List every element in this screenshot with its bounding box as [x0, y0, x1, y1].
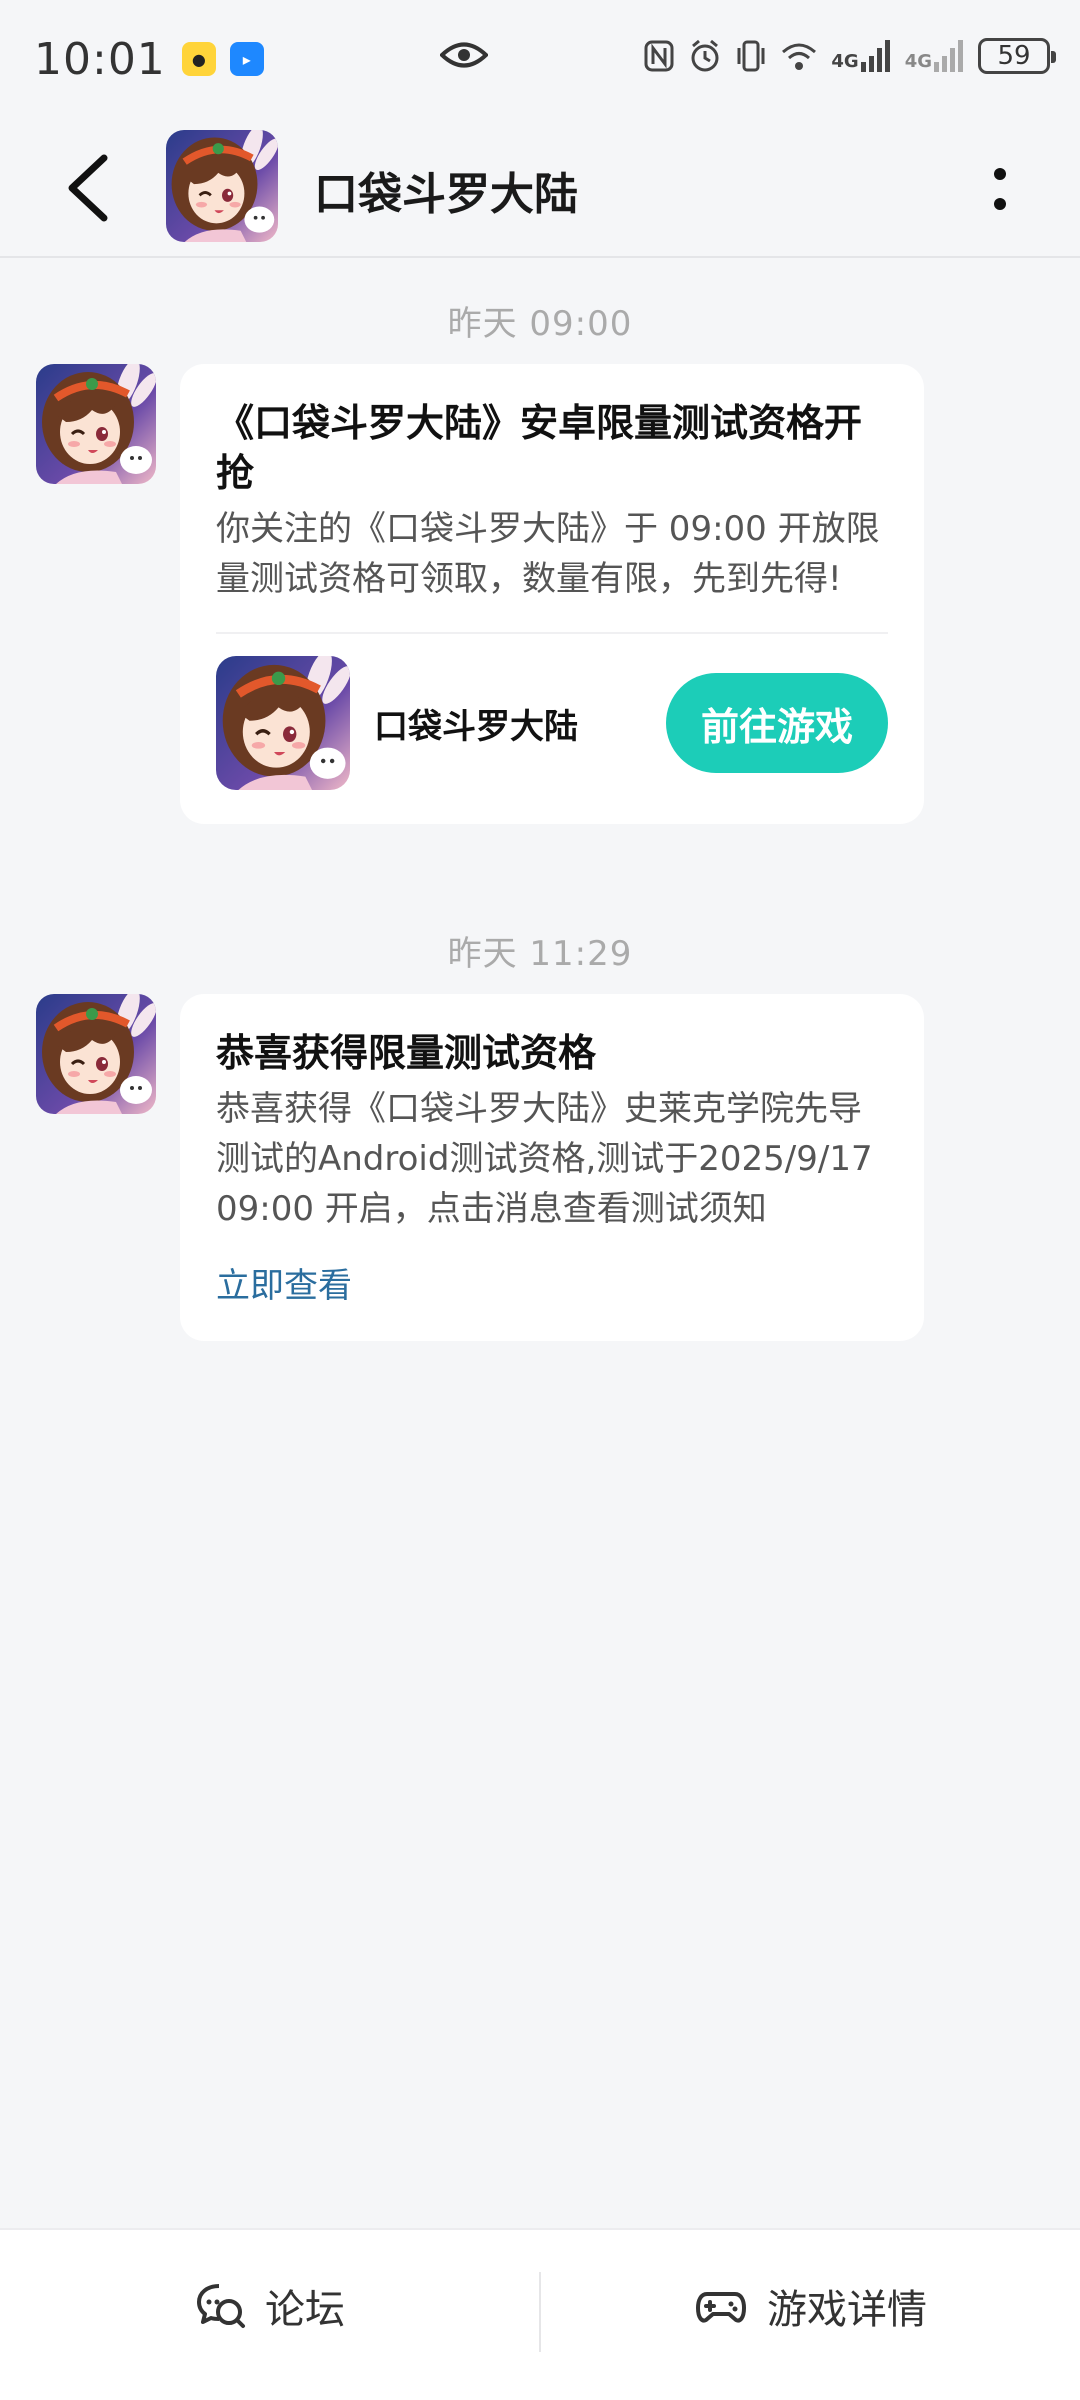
status-bar: 10:01 ● ▸ 4G 4G 59 [0, 0, 1080, 118]
nfc-icon [644, 40, 674, 72]
chat-header: 口袋斗罗大陆 [0, 118, 1080, 258]
game-name: 口袋斗罗大陆 [374, 706, 578, 747]
view-now-link[interactable]: 立即查看 [216, 1258, 888, 1307]
sender-avatar[interactable] [36, 364, 156, 484]
game-details-button[interactable]: 游戏详情 [540, 2230, 1080, 2400]
message-body: 恭喜获得《口袋斗罗大陆》史莱克学院先导测试的Android测试资格,测试于202… [216, 1089, 873, 1229]
signal-icon [860, 40, 890, 72]
message-card[interactable]: 《口袋斗罗大陆》安卓限量测试资格开抢 你关注的《口袋斗罗大陆》于 09:00 开… [180, 364, 924, 824]
message-title: 恭喜获得限量测试资格 [216, 1031, 597, 1075]
message-card[interactable]: 恭喜获得限量测试资格 恭喜获得《口袋斗罗大陆》史莱克学院先导测试的Android… [180, 994, 924, 1341]
game-details-label: 游戏详情 [767, 2287, 927, 2333]
forum-button[interactable]: 论坛 [0, 2230, 540, 2400]
wifi-icon [782, 43, 817, 70]
vibrate-icon [737, 40, 765, 72]
eye-icon [440, 42, 488, 68]
battery-level: 59 [997, 41, 1031, 71]
message-title: 《口袋斗罗大陆》安卓限量测试资格开抢 [216, 401, 863, 495]
more-vertical-icon[interactable] [980, 158, 1020, 222]
game-avatar[interactable] [166, 130, 278, 242]
alarm-icon [691, 39, 719, 72]
network-type-1: 4G [831, 51, 859, 72]
sender-avatar[interactable] [36, 994, 156, 1114]
game-icon[interactable] [216, 656, 350, 790]
divider [216, 632, 888, 634]
notification-app-icon: ● [181, 42, 216, 76]
signal-icon-2 [934, 40, 963, 72]
message-timestamp: 昨天 09:00 [447, 304, 633, 344]
bottom-bar-divider [539, 2272, 541, 2352]
message-body: 你关注的《口袋斗罗大陆》于 09:00 开放限量测试资格可领取，数量有限，先到先… [216, 509, 880, 599]
network-type-2: 4G [904, 51, 932, 72]
go-to-game-button[interactable]: 前往游戏 [666, 673, 888, 773]
status-time: 10:01 [34, 33, 166, 85]
notification-app-icon-blue: ▸ [229, 42, 264, 76]
page-title: 口袋斗罗大陆 [314, 169, 578, 220]
gamepad-icon [696, 2292, 746, 2323]
bottom-bar: 论坛 游戏详情 [0, 2228, 1080, 2400]
battery-indicator: 59 [978, 38, 1056, 74]
forum-icon [197, 2284, 245, 2328]
message-timestamp: 昨天 11:29 [447, 934, 633, 974]
game-row[interactable]: 口袋斗罗大陆 前往游戏 [216, 656, 888, 790]
back-arrow-icon[interactable] [60, 152, 120, 224]
forum-label: 论坛 [265, 2287, 345, 2333]
